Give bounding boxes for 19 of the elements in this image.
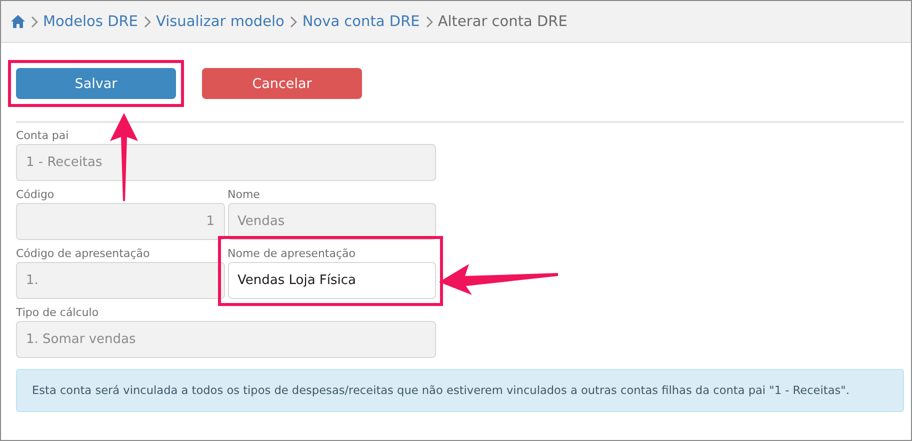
breadcrumb-link[interactable]: Nova conta DRE — [302, 14, 420, 30]
field-label: Conta pai — [16, 129, 70, 142]
field-label: Nome — [228, 188, 261, 201]
save-button[interactable]: Salvar — [16, 68, 176, 99]
chevron-icon — [142, 16, 151, 28]
field-label: Código de apresentação — [16, 247, 151, 260]
field-label: Código — [16, 188, 56, 201]
chevron-icon — [30, 16, 38, 28]
breadcrumb-current: Alterar conta DRE — [438, 14, 568, 30]
chevron-icon — [424, 16, 433, 28]
home-icon[interactable] — [11, 15, 25, 28]
breadcrumb-link[interactable]: Modelos DRE — [43, 14, 138, 30]
input-field[interactable]: Vendas Loja Física — [228, 262, 436, 299]
field-label: Tipo de cálculo — [16, 306, 100, 319]
info-message: Esta conta será vinculada a todos os tipos de despesas/receitas que não estiverem vinculados a outras contas filhas da conta pai "1 - Receitas". — [16, 369, 904, 412]
chevron-icon — [289, 16, 298, 28]
breadcrumb-link[interactable]: Visualizar modelo — [156, 14, 284, 30]
cancel-button[interactable]: Cancelar — [202, 68, 362, 99]
field-label: Nome de apresentação — [228, 247, 356, 260]
